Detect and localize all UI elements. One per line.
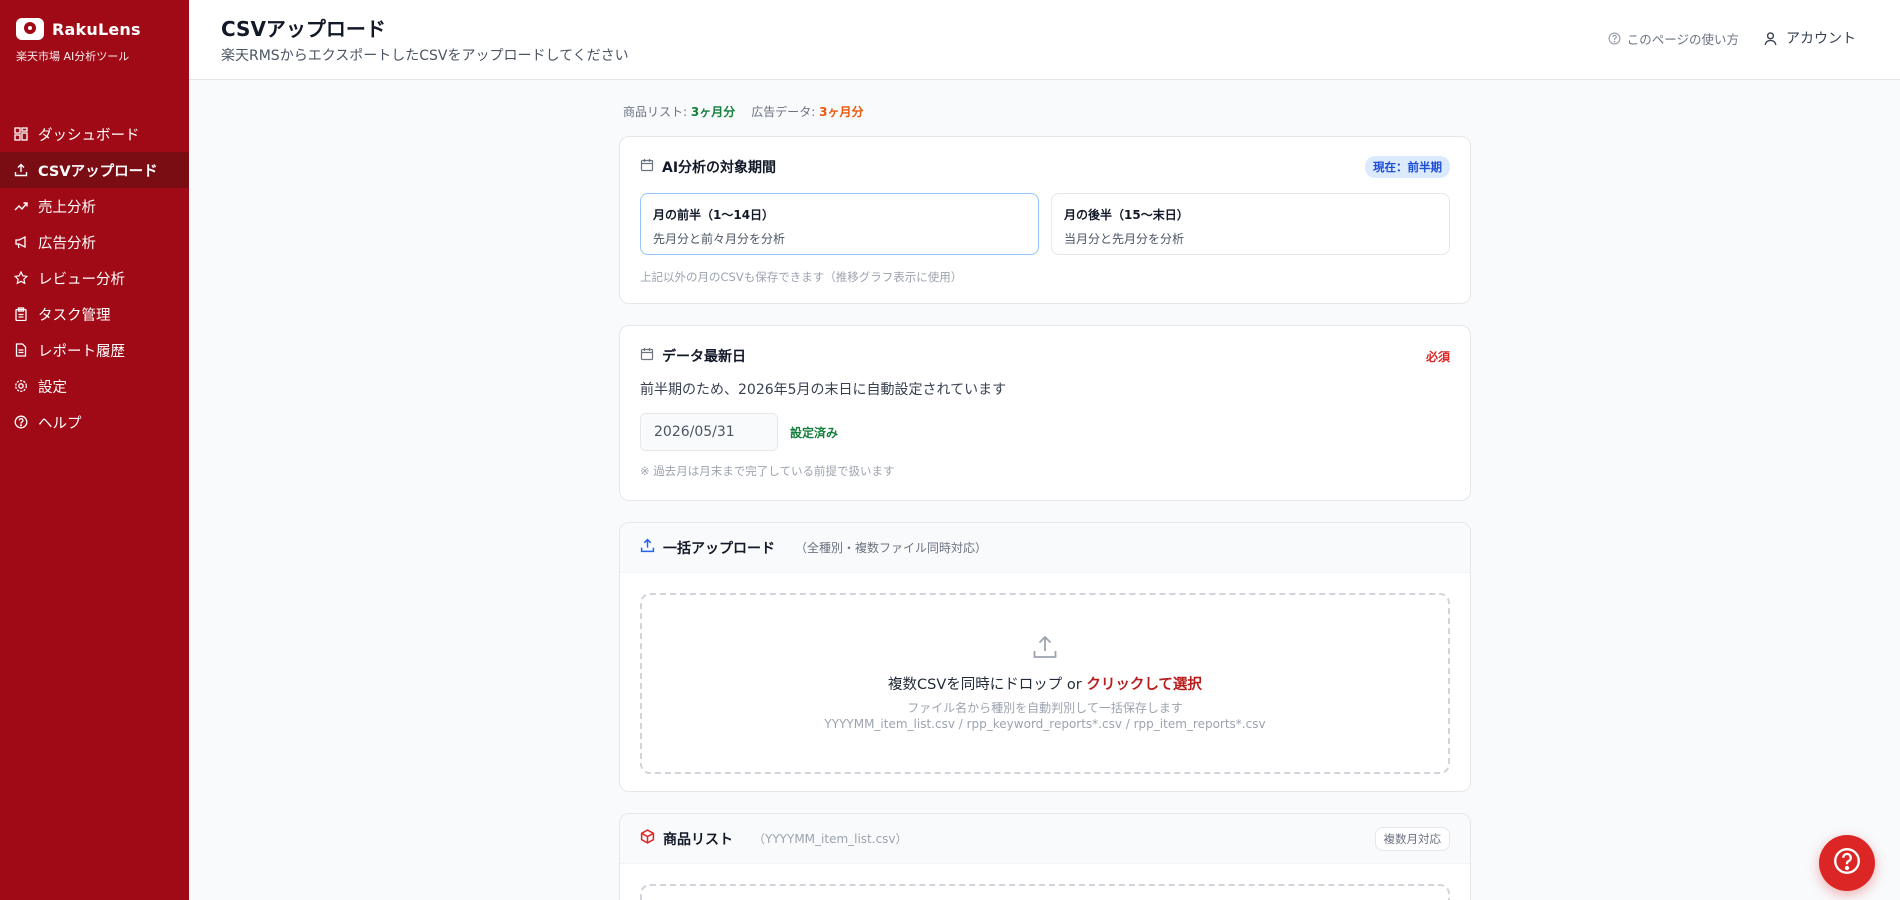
sidebar-item-label: ヘルプ: [38, 415, 82, 432]
sidebar-item-label: CSVアップロード: [38, 163, 158, 180]
dropzone-help: ファイル名から種別を自動判別して一括保存します: [907, 701, 1183, 715]
upload-icon: [640, 538, 655, 557]
upload-icon: [14, 163, 28, 177]
sidebar-item-ads[interactable]: 広告分析: [0, 224, 189, 260]
clipboard-icon: [14, 307, 28, 321]
page-help-label: このページの使い方: [1626, 31, 1739, 47]
period-option-title: 月の前半（1〜14日）: [653, 208, 775, 222]
period-note: 上記以外の月のCSVも保存できます（推移グラフ表示に使用）: [640, 270, 963, 284]
sidebar: RakuLens 楽天市場 AI分析ツール ダッシュボード CSVアップロード …: [0, 0, 189, 900]
sidebar-item-reports[interactable]: レポート履歴: [0, 332, 189, 368]
sidebar-item-reviews[interactable]: レビュー分析: [0, 260, 189, 296]
account-label: アカウント: [1786, 31, 1856, 47]
data-summary: 商品リスト: 3ヶ月分 広告データ: 3ヶ月分: [623, 96, 1471, 126]
gear-icon: [14, 379, 28, 393]
analysis-period-title: AI分析の対象期間: [662, 160, 777, 176]
dropzone-instruction: 複数CSVを同時にドロップ or クリックして選択: [642, 673, 1448, 694]
upload-icon: [1031, 633, 1059, 661]
ad-summary-label: 広告データ:: [751, 104, 816, 119]
user-icon: [1763, 31, 1778, 46]
help-circle-icon: [1608, 32, 1621, 45]
period-options: 月の前半（1〜14日） 先月分と前々月分を分析 月の後半（15〜末日） 当月分と…: [640, 193, 1450, 255]
period-option-desc: 当月分と先月分を分析: [1064, 232, 1185, 246]
page-help-link[interactable]: このページの使い方: [1608, 29, 1739, 48]
bulk-upload-title: 一括アップロード: [663, 540, 775, 557]
required-badge: 必須: [1425, 349, 1450, 364]
bulk-upload-card: 一括アップロード （全種別・複数ファイル同時対応） 複数CSVを同時にドロップ …: [619, 522, 1471, 792]
main-content: 商品リスト: 3ヶ月分 広告データ: 3ヶ月分 AI分析の対象期間 現在：前半期…: [619, 96, 1471, 900]
top-header: CSVアップロード 楽天RMSからエクスポートしたCSVをアップロードしてくださ…: [189, 0, 1900, 80]
bulk-dropzone[interactable]: 複数CSVを同時にドロップ or クリックして選択 ファイル名から種別を自動判別…: [640, 593, 1450, 774]
calendar-icon: [640, 347, 654, 365]
item-summary-label: 商品リスト:: [623, 104, 688, 119]
dropzone-file-patterns: YYYYMM_item_list.csv / rpp_keyword_repor…: [824, 717, 1266, 731]
dashboard-icon: [14, 127, 28, 141]
latest-date-description: 前半期のため、2026年5月の末日に自動設定されています: [640, 382, 1007, 398]
bulk-upload-subtitle: （全種別・複数ファイル同時対応）: [795, 541, 988, 555]
header-actions: このページの使い方 アカウント: [1608, 28, 1856, 48]
sidebar-item-label: レビュー分析: [38, 271, 125, 288]
current-period-badge: 現在：前半期: [1365, 156, 1450, 178]
megaphone-icon: [14, 235, 28, 249]
package-icon: [640, 829, 655, 848]
sidebar-item-label: 売上分析: [38, 199, 96, 216]
camera-logo-icon: [16, 18, 44, 40]
sidebar-item-label: 広告分析: [38, 235, 96, 252]
trend-icon: [14, 199, 28, 213]
item-summary: 商品リスト: 3ヶ月分: [623, 103, 735, 120]
period-option-title: 月の後半（15〜末日）: [1064, 208, 1189, 222]
period-option-first-half[interactable]: 月の前半（1〜14日） 先月分と前々月分を分析: [640, 193, 1039, 255]
latest-date-note: ※ 過去月は月末まで完了している前提で扱います: [640, 464, 895, 478]
sidebar-item-sales[interactable]: 売上分析: [0, 188, 189, 224]
page-title: CSVアップロード: [221, 17, 386, 41]
sidebar-item-csv-upload[interactable]: CSVアップロード: [0, 152, 189, 188]
help-circle-icon: [1832, 846, 1862, 880]
item-summary-value: 3ヶ月分: [690, 104, 736, 119]
select-files-link[interactable]: クリックして選択: [1086, 677, 1202, 693]
period-option-second-half[interactable]: 月の後半（15〜末日） 当月分と先月分を分析: [1051, 193, 1450, 255]
multi-month-badge: 複数月対応: [1374, 826, 1450, 851]
sidebar-item-dashboard[interactable]: ダッシュボード: [0, 116, 189, 152]
item-list-card: 商品リスト （YYYYMM_item_list.csv） 複数月対応: [619, 813, 1471, 900]
item-list-header: 商品リスト （YYYYMM_item_list.csv） 複数月対応: [620, 814, 1470, 864]
period-option-desc: 先月分と前々月分を分析: [653, 232, 786, 246]
star-icon: [14, 271, 28, 285]
sidebar-item-tasks[interactable]: タスク管理: [0, 296, 189, 332]
sidebar-item-settings[interactable]: 設定: [0, 368, 189, 404]
ad-summary: 広告データ: 3ヶ月分: [751, 103, 863, 120]
page-subtitle: 楽天RMSからエクスポートしたCSVをアップロードしてください: [221, 48, 629, 64]
latest-date-title: データ最新日: [662, 349, 746, 365]
ad-summary-value: 3ヶ月分: [819, 104, 864, 119]
sidebar-item-label: タスク管理: [38, 307, 111, 324]
brand-subtitle: 楽天市場 AI分析ツール: [16, 50, 130, 63]
brand-name: RakuLens: [52, 19, 141, 39]
bulk-upload-header: 一括アップロード （全種別・複数ファイル同時対応）: [620, 523, 1470, 573]
sidebar-item-label: 設定: [38, 379, 67, 396]
sidebar-item-label: レポート履歴: [38, 343, 125, 360]
sidebar-item-help[interactable]: ヘルプ: [0, 404, 189, 440]
item-list-dropzone[interactable]: [640, 884, 1450, 900]
sidebar-nav: ダッシュボード CSVアップロード 売上分析 広告分析 レビュー分析 タスク管理…: [0, 116, 189, 440]
sidebar-item-label: ダッシュボード: [38, 127, 140, 144]
document-icon: [14, 343, 28, 357]
dropzone-text: 複数CSVを同時にドロップ or: [888, 677, 1087, 693]
item-list-title: 商品リスト: [663, 831, 733, 848]
floating-help-button[interactable]: [1819, 835, 1875, 891]
brand[interactable]: RakuLens 楽天市場 AI分析ツール: [0, 0, 189, 116]
item-list-subtitle: （YYYYMM_item_list.csv）: [753, 832, 908, 846]
help-circle-icon: [14, 415, 28, 429]
analysis-period-card: AI分析の対象期間 現在：前半期 月の前半（1〜14日） 先月分と前々月分を分析…: [619, 136, 1471, 304]
account-button[interactable]: アカウント: [1763, 28, 1856, 48]
date-status: 設定済み: [790, 425, 839, 440]
latest-date-field[interactable]: 2026/05/31: [640, 413, 778, 451]
calendar-icon: [640, 158, 654, 176]
latest-date-card: データ最新日 必須 前半期のため、2026年5月の末日に自動設定されています 2…: [619, 325, 1471, 501]
